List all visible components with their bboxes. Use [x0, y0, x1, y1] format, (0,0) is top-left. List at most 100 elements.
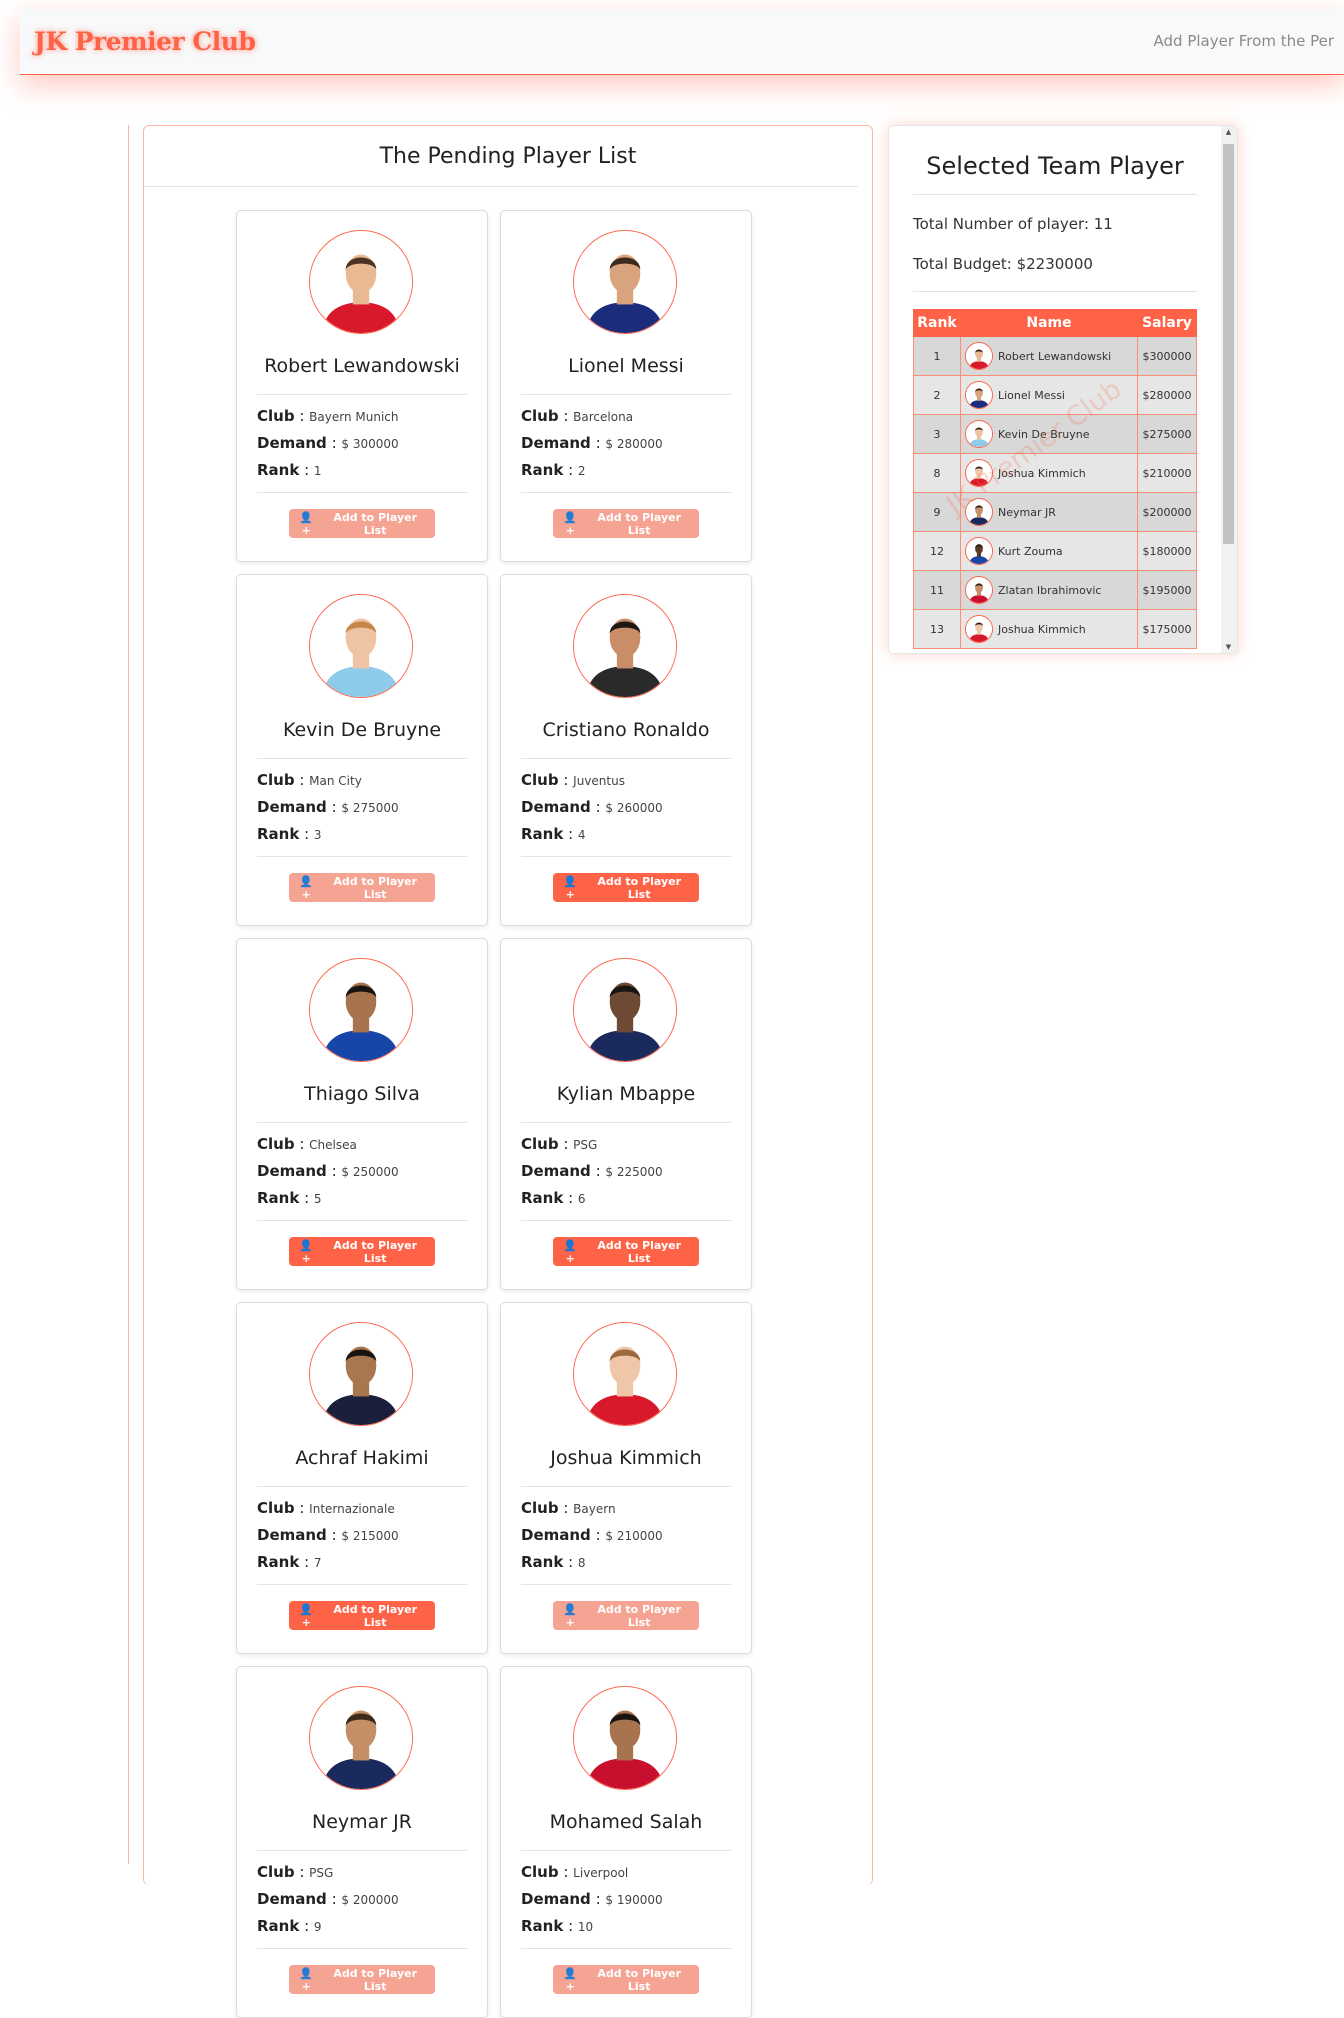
rank-line: Rank : 3	[257, 825, 322, 843]
row-rank: 2	[913, 375, 961, 415]
row-name: Lionel Messi	[998, 388, 1065, 402]
demand-value: $ 210000	[605, 1529, 663, 1543]
col-rank: Rank	[913, 309, 961, 337]
club-value: PSG	[309, 1866, 334, 1880]
row-name-cell: Neymar JR	[960, 492, 1138, 532]
player-thumb	[965, 381, 993, 409]
separator: :	[590, 1162, 606, 1180]
add-to-player-list-button[interactable]: 👤+ Add to Player List	[289, 873, 435, 902]
club-label: Club	[521, 771, 559, 789]
club-line: Club : Juventus	[521, 771, 625, 789]
club-line: Club : PSG	[257, 1863, 333, 1881]
player-name: Lionel Messi	[568, 355, 684, 377]
frame-line-left	[128, 125, 129, 1864]
separator: :	[294, 407, 310, 425]
card-divider	[257, 856, 467, 857]
separator: :	[299, 1553, 314, 1571]
club-line: Club : PSG	[521, 1135, 597, 1153]
add-to-player-list-button[interactable]: 👤+ Add to Player List	[553, 1237, 699, 1266]
card-divider	[521, 1948, 731, 1949]
add-button-label: Add to Player List	[333, 1238, 418, 1265]
row-rank: 12	[913, 531, 961, 571]
card-divider	[257, 1122, 467, 1123]
rank-line: Rank : 2	[521, 461, 586, 479]
scroll-down-icon[interactable]: ▼	[1223, 643, 1234, 651]
card-divider	[521, 856, 731, 857]
add-to-player-list-button[interactable]: 👤+ Add to Player List	[289, 509, 435, 538]
rank-value: 4	[577, 828, 586, 842]
demand-value: $ 225000	[605, 1165, 663, 1179]
separator: :	[590, 434, 606, 452]
rank-label: Rank	[521, 1917, 564, 1935]
separator: :	[326, 1526, 342, 1544]
add-button-label: Add to Player List	[597, 1966, 682, 1993]
separator: :	[299, 825, 314, 843]
player-name: Thiago Silva	[304, 1083, 420, 1105]
separator: :	[326, 798, 342, 816]
player-photo	[309, 958, 413, 1062]
player-card: Robert Lewandowski Club : Bayern Munich De…	[236, 210, 488, 562]
club-value: Chelsea	[309, 1138, 357, 1152]
club-label: Club	[521, 1863, 559, 1881]
add-to-player-list-button[interactable]: 👤+ Add to Player List	[553, 1601, 699, 1630]
separator: :	[294, 1863, 310, 1881]
nav-link-add-player[interactable]: Add Player From the Per	[1154, 32, 1334, 50]
pending-title-divider	[144, 186, 858, 187]
player-thumb	[965, 342, 993, 370]
pending-title: The Pending Player List	[379, 144, 637, 169]
rank-value: 8	[577, 1556, 586, 1570]
separator: :	[299, 1917, 314, 1935]
player-name: Neymar JR	[312, 1811, 412, 1833]
brand-logo[interactable]: JK Premier Club	[34, 27, 256, 56]
card-divider	[521, 1122, 731, 1123]
add-to-player-list-button[interactable]: 👤+ Add to Player List	[553, 1965, 699, 1994]
player-card: Thiago Silva Club : Chelsea Demand : $ 250…	[236, 938, 488, 1290]
add-to-player-list-button[interactable]: 👤+ Add to Player List	[289, 1237, 435, 1266]
demand-line: Demand : $ 300000	[257, 434, 399, 452]
rank-label: Rank	[257, 1917, 300, 1935]
demand-line: Demand : $ 250000	[257, 1162, 399, 1180]
player-card: Neymar JR Club : PSG Demand : $ 200000 Rank…	[236, 1666, 488, 2018]
separator: :	[558, 1863, 574, 1881]
demand-line: Demand : $ 215000	[257, 1526, 399, 1544]
row-name-cell: Robert Lewandowski	[960, 336, 1138, 376]
scroll-up-icon[interactable]: ▲	[1223, 128, 1234, 136]
demand-line: Demand : $ 225000	[521, 1162, 663, 1180]
separator: :	[558, 1135, 574, 1153]
add-to-player-list-button[interactable]: 👤+ Add to Player List	[289, 1965, 435, 1994]
add-to-player-list-button[interactable]: 👤+ Add to Player List	[553, 509, 699, 538]
demand-label: Demand	[257, 1890, 327, 1908]
card-divider	[257, 1220, 467, 1221]
row-salary: $275000	[1137, 414, 1197, 454]
card-divider	[257, 492, 467, 493]
rank-value: 10	[577, 1920, 594, 1934]
add-to-player-list-button[interactable]: 👤+ Add to Player List	[553, 873, 699, 902]
row-name: Zlatan Ibrahimovic	[998, 583, 1102, 597]
rank-line: Rank : 8	[521, 1553, 586, 1571]
row-name-cell: Lionel Messi	[960, 375, 1138, 415]
club-label: Club	[257, 1499, 295, 1517]
club-value: Bayern Munich	[309, 410, 399, 424]
team-table: Rank Name Salary 1 Robert Lewandowski $300…	[913, 309, 1197, 649]
row-name: Kevin De Bruyne	[998, 427, 1090, 441]
selected-team-panel: Selected Team Player Total Number of pla…	[888, 125, 1238, 654]
player-photo	[573, 958, 677, 1062]
card-divider	[521, 1584, 731, 1585]
rank-label: Rank	[521, 1553, 564, 1571]
scrollbar-thumb[interactable]	[1223, 144, 1234, 544]
club-value: Bayern	[573, 1502, 616, 1516]
row-rank: 13	[913, 609, 961, 649]
player-thumb	[965, 576, 993, 604]
club-line: Club : Man City	[257, 771, 362, 789]
club-value: Internazionale	[309, 1502, 395, 1516]
demand-label: Demand	[521, 798, 591, 816]
rank-label: Rank	[521, 825, 564, 843]
add-to-player-list-button[interactable]: 👤+ Add to Player List	[289, 1601, 435, 1630]
add-button-label: Add to Player List	[597, 510, 682, 537]
row-salary: $180000	[1137, 531, 1197, 571]
club-line: Club : Chelsea	[257, 1135, 357, 1153]
separator: :	[558, 771, 574, 789]
rank-value: 9	[313, 1920, 322, 1934]
scrollbar[interactable]: ▲ ▼	[1221, 126, 1237, 653]
total-players: Total Number of player: 11	[913, 215, 1113, 233]
